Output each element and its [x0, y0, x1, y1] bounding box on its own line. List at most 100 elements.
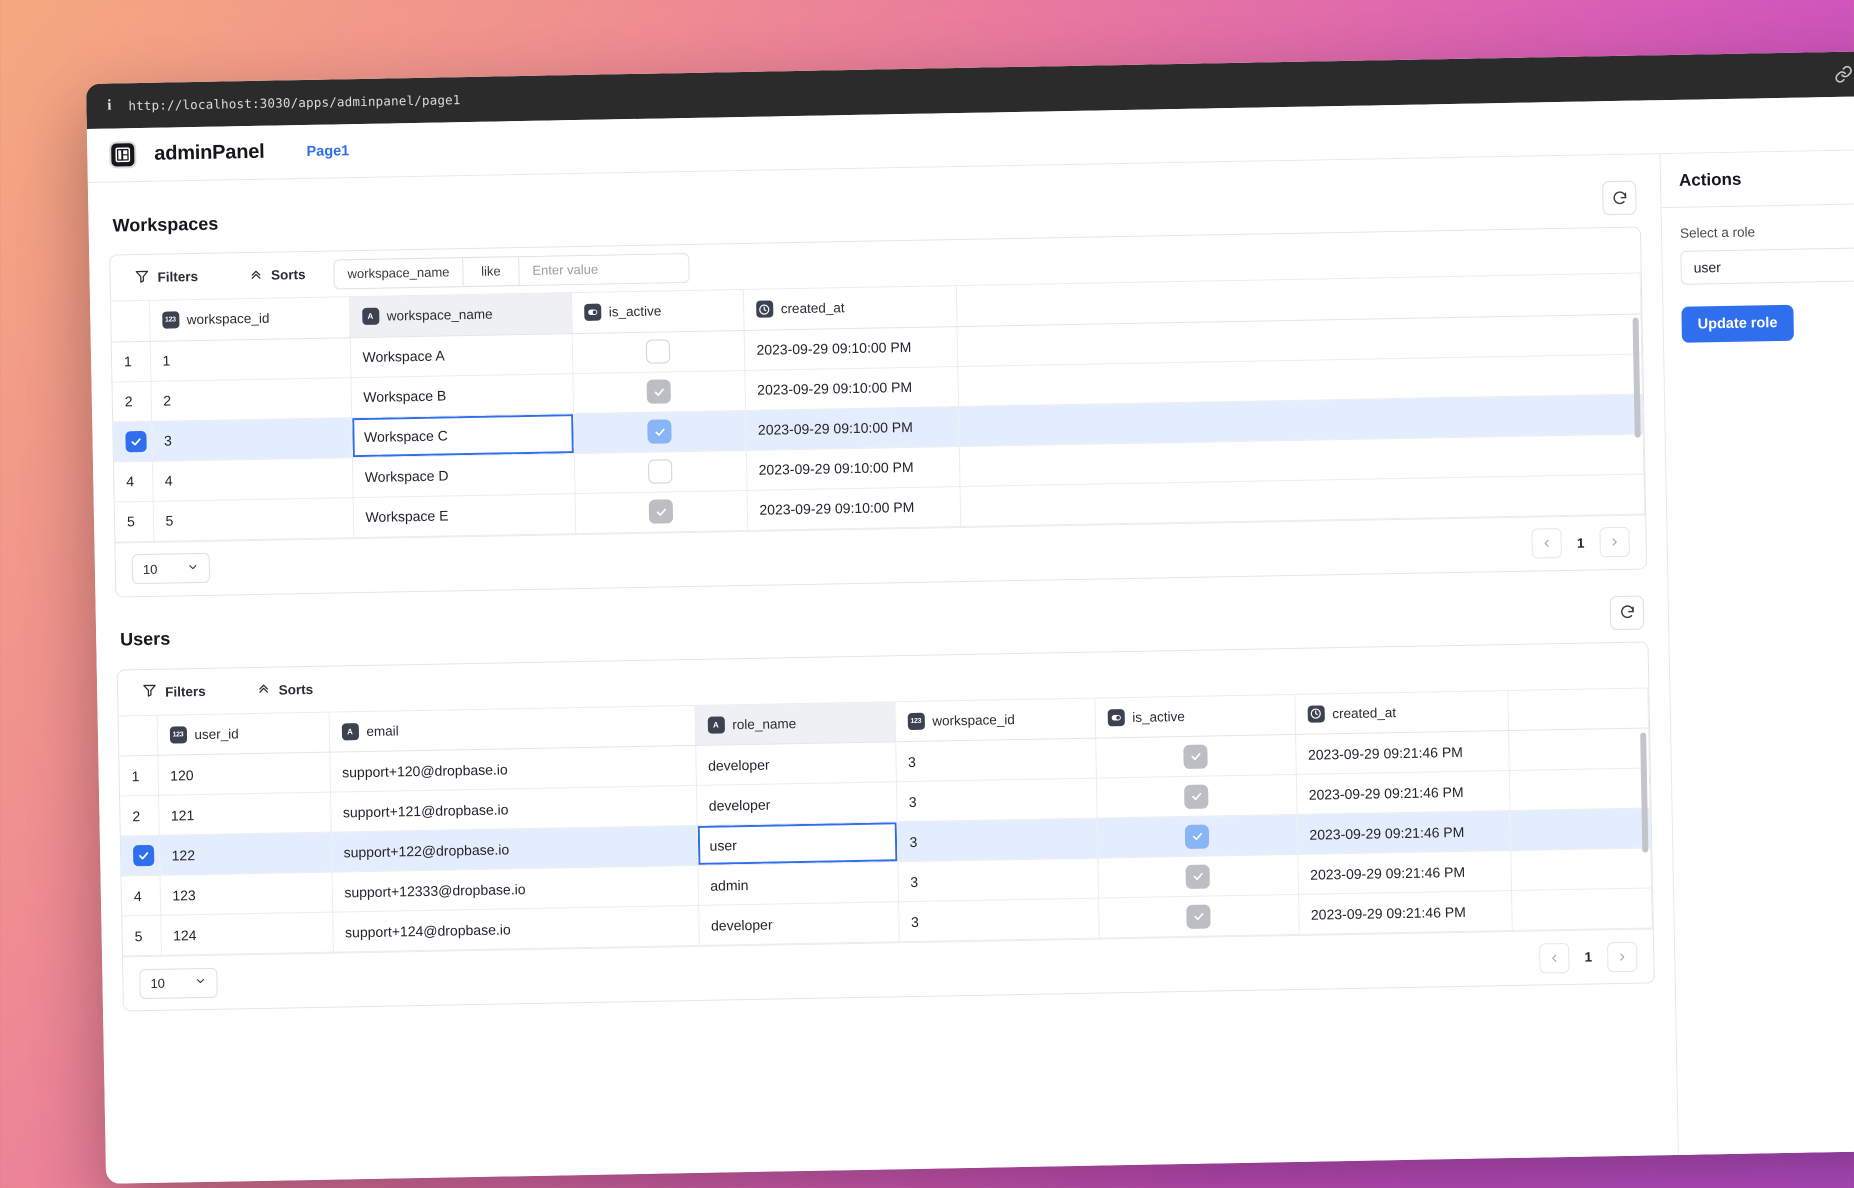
cell-workspace_name[interactable]: Workspace E	[353, 493, 576, 537]
cell-is_active[interactable]	[1097, 814, 1298, 858]
users-page-size-select[interactable]: 10	[139, 967, 218, 998]
cell-role_name[interactable]: developer	[695, 742, 896, 786]
cell-user_id[interactable]: 122	[159, 832, 332, 875]
cell-workspace_name[interactable]: Workspace D	[352, 453, 575, 497]
cell-workspace_name[interactable]: Workspace C	[351, 413, 574, 457]
cell-workspace_id[interactable]: 3	[898, 898, 1099, 942]
row-number-cell[interactable]: 2	[120, 795, 159, 836]
cell-is_active[interactable]	[573, 410, 746, 453]
cell-role_name[interactable]: developer	[698, 902, 899, 946]
column-header-created_at[interactable]: created_at	[1294, 691, 1508, 735]
filter-operator-select[interactable]: like	[463, 256, 520, 287]
cell-created_at[interactable]: 2023-09-29 09:21:46 PM	[1296, 771, 1510, 815]
cell-workspace_name[interactable]: Workspace B	[350, 373, 573, 417]
cell-created_at[interactable]: 2023-09-29 09:21:46 PM	[1298, 891, 1512, 935]
workspaces-refresh-button[interactable]	[1602, 181, 1637, 216]
cell-created_at[interactable]: 2023-09-29 09:10:00 PM	[747, 486, 961, 530]
workspaces-filters-button[interactable]: Filters	[126, 262, 206, 291]
workspaces-page-size-select[interactable]: 10	[132, 553, 211, 584]
cell-is_active[interactable]	[1095, 734, 1296, 778]
row-number-cell[interactable]: 5	[122, 915, 161, 956]
cell-created_at[interactable]: 2023-09-29 09:10:00 PM	[745, 406, 959, 450]
cell-email[interactable]: support+124@dropbase.io	[332, 905, 699, 952]
row-number-cell[interactable]: 1	[119, 755, 158, 796]
row-number-cell[interactable]	[121, 835, 160, 876]
users-sorts-button[interactable]: Sorts	[247, 675, 321, 704]
row-select-checkbox[interactable]	[133, 845, 154, 866]
cell-workspace_id[interactable]: 4	[152, 457, 353, 501]
column-header-blank-6[interactable]	[1507, 688, 1648, 731]
cell-created_at[interactable]: 2023-09-29 09:21:46 PM	[1295, 731, 1509, 775]
cell-workspace_id[interactable]: 3	[897, 858, 1098, 902]
boolean-checkbox[interactable]	[1185, 824, 1209, 848]
boolean-checkbox[interactable]	[647, 379, 671, 403]
column-header-is_active[interactable]: is_active	[1094, 694, 1295, 738]
boolean-checkbox[interactable]	[1184, 784, 1208, 808]
users-next-page-button[interactable]	[1607, 941, 1638, 972]
row-number-cell[interactable]: 1	[112, 341, 151, 382]
boolean-checkbox[interactable]	[1185, 864, 1209, 888]
cell-email[interactable]: support+120@dropbase.io	[329, 745, 696, 792]
cell-user_id[interactable]: 123	[160, 872, 333, 915]
cell-created_at[interactable]: 2023-09-29 09:10:00 PM	[744, 366, 958, 410]
tab-page1[interactable]: Page1	[306, 143, 349, 160]
cell-is_active[interactable]	[575, 490, 748, 533]
cell-workspace_id[interactable]: 1	[150, 337, 351, 381]
cell-role_name[interactable]: user	[697, 822, 898, 866]
role-select[interactable]: user	[1680, 247, 1854, 285]
cell-created_at[interactable]: 2023-09-29 09:21:46 PM	[1297, 811, 1511, 855]
cell-workspace_id[interactable]: 3	[897, 818, 1098, 862]
cell-workspace_id[interactable]: 5	[153, 497, 354, 541]
column-header-role_name[interactable]: Arole_name	[694, 702, 895, 746]
boolean-checkbox[interactable]	[649, 499, 673, 523]
column-header-workspace_id[interactable]: 123workspace_id	[149, 297, 350, 341]
update-role-button[interactable]: Update role	[1681, 305, 1793, 343]
cell-user_id[interactable]: 120	[157, 752, 330, 795]
row-number-cell[interactable]: 5	[115, 501, 154, 542]
users-filters-button[interactable]: Filters	[134, 677, 214, 706]
link-icon[interactable]	[1834, 65, 1853, 84]
column-header-email[interactable]: Aemail	[329, 705, 696, 752]
column-header-user_id[interactable]: 123user_id	[157, 712, 330, 755]
boolean-checkbox[interactable]	[1186, 904, 1210, 928]
cell-email[interactable]: support+12333@dropbase.io	[331, 865, 698, 912]
cell-role_name[interactable]: developer	[696, 782, 897, 826]
cell-is_active[interactable]	[574, 450, 747, 493]
row-select-checkbox[interactable]	[125, 430, 146, 451]
boolean-checkbox[interactable]	[646, 339, 670, 363]
cell-workspace_id[interactable]: 3	[151, 417, 352, 461]
cell-workspace_id[interactable]: 2	[150, 377, 351, 421]
filter-value-input[interactable]: Enter value	[519, 252, 690, 285]
cell-workspace_id[interactable]: 3	[896, 778, 1097, 822]
row-number-cell[interactable]: 4	[122, 875, 161, 916]
cell-is_active[interactable]	[1097, 854, 1298, 898]
cell-user_id[interactable]: 121	[158, 792, 331, 835]
boolean-checkbox[interactable]	[647, 419, 671, 443]
cell-is_active[interactable]	[1098, 894, 1299, 938]
cell-email[interactable]: support+122@dropbase.io	[331, 825, 698, 872]
row-number-cell[interactable]: 2	[112, 381, 151, 422]
row-number-cell[interactable]: 4	[114, 461, 153, 502]
workspaces-sorts-button[interactable]: Sorts	[240, 260, 314, 289]
filter-column-select[interactable]: workspace_name	[333, 257, 463, 289]
cell-role_name[interactable]: admin	[697, 862, 898, 906]
workspaces-next-page-button[interactable]	[1599, 527, 1630, 558]
cell-is_active[interactable]	[572, 330, 745, 373]
row-number-cell[interactable]	[113, 421, 152, 462]
cell-is_active[interactable]	[1096, 774, 1297, 818]
cell-workspace_name[interactable]: Workspace A	[350, 333, 573, 377]
cell-created_at[interactable]: 2023-09-29 09:10:00 PM	[744, 326, 958, 370]
cell-email[interactable]: support+121@dropbase.io	[330, 785, 697, 832]
users-prev-page-button[interactable]	[1539, 942, 1570, 973]
boolean-checkbox[interactable]	[648, 459, 672, 483]
column-header-is_active[interactable]: is_active	[571, 290, 744, 333]
workspaces-prev-page-button[interactable]	[1531, 528, 1562, 559]
cell-created_at[interactable]: 2023-09-29 09:10:00 PM	[746, 446, 960, 490]
cell-user_id[interactable]: 124	[160, 912, 333, 955]
column-header-created_at[interactable]: created_at	[743, 286, 957, 330]
boolean-checkbox[interactable]	[1183, 744, 1207, 768]
column-header-workspace_id[interactable]: 123workspace_id	[894, 698, 1095, 742]
cell-is_active[interactable]	[572, 370, 745, 413]
cell-created_at[interactable]: 2023-09-29 09:21:46 PM	[1297, 851, 1511, 895]
cell-workspace_id[interactable]: 3	[895, 738, 1096, 782]
